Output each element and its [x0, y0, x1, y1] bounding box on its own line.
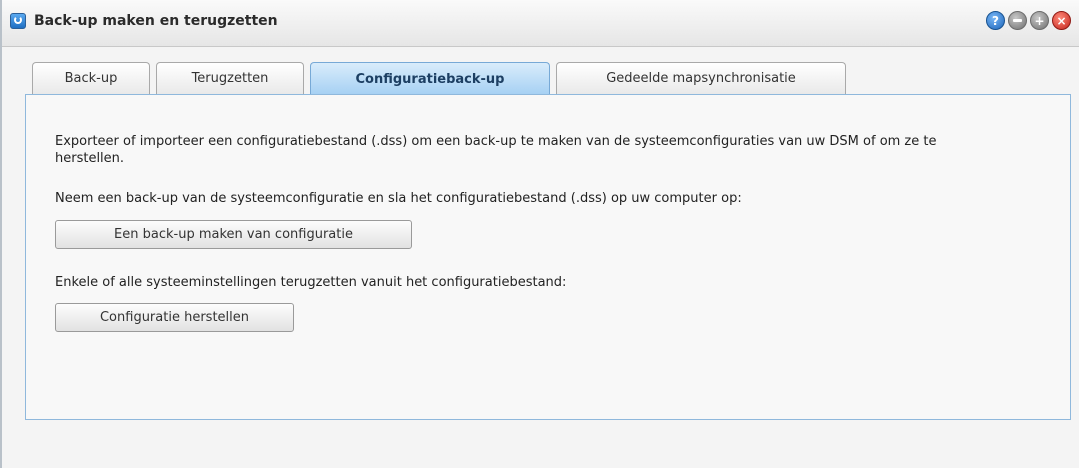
tab-gedeelde-mapsynchronisatie[interactable]: Gedeelde mapsynchronisatie: [556, 62, 846, 94]
tab-bar: Back-up Terugzetten Configuratieback-up …: [32, 62, 852, 95]
help-icon[interactable]: ?: [986, 11, 1005, 30]
backup-configuration-button[interactable]: Een back-up maken van configuratie: [55, 220, 412, 249]
window-controls: ? + ×: [986, 11, 1071, 30]
maximize-icon[interactable]: +: [1030, 11, 1049, 30]
app-window: Back-up maken en terugzetten ? + × Back-…: [0, 0, 1079, 468]
restore-description: Enkele of alle systeeminstellingen terug…: [55, 275, 567, 290]
tab-configuratieback-up[interactable]: Configuratieback-up: [310, 62, 550, 95]
backup-description: Neem een back-up van de systeemconfigura…: [55, 191, 742, 206]
close-icon[interactable]: ×: [1052, 11, 1071, 30]
title-bar: Back-up maken en terugzetten ? + ×: [2, 0, 1079, 47]
backup-app-icon: [10, 13, 26, 29]
tab-panel: Exporteer of importeer een configuratieb…: [25, 94, 1071, 420]
tab-back-up[interactable]: Back-up: [32, 62, 150, 94]
minimize-icon[interactable]: [1008, 11, 1027, 30]
tab-terugzetten[interactable]: Terugzetten: [156, 62, 304, 94]
restore-configuration-button[interactable]: Configuratie herstellen: [55, 303, 294, 332]
intro-text: Exporteer of importeer een configuratieb…: [55, 134, 937, 166]
window-title: Back-up maken en terugzetten: [34, 13, 278, 29]
